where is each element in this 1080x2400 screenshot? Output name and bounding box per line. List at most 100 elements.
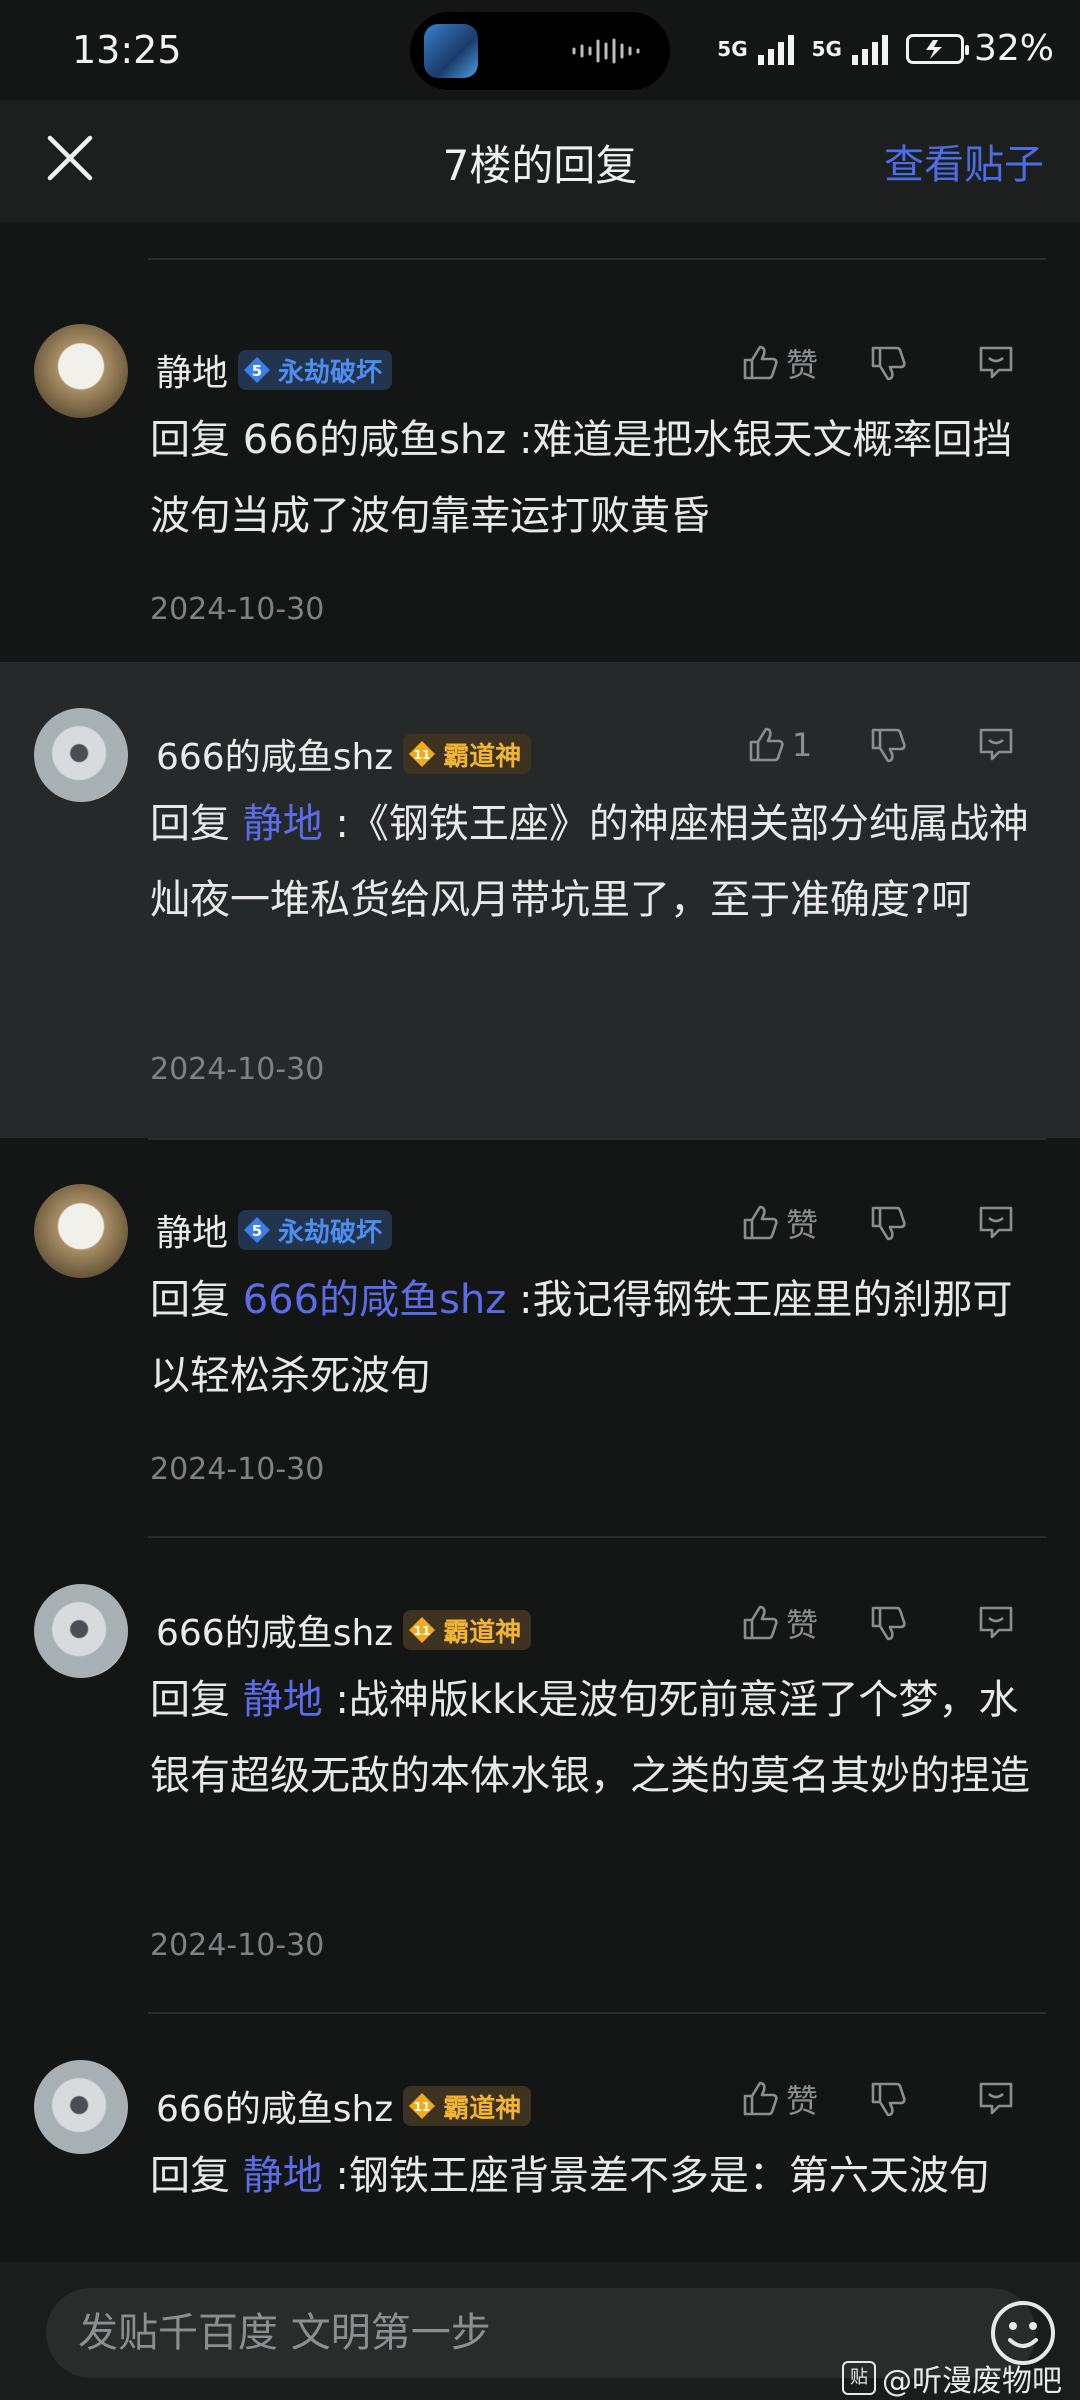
reply-text: 回复 静地 :战神版kkk是波旬死前意淫了个梦，水银有超级无敌的本体水银，之类的…	[150, 1662, 1050, 1814]
user-info: 666的咸鱼shz 11 霸道神	[156, 728, 532, 780]
level-badge[interactable]: 5 永劫破坏	[238, 1210, 393, 1250]
thumbs-down-icon	[871, 1606, 906, 1641]
thumbs-up-icon	[743, 345, 778, 380]
watermark: 贴 @听漫废物吧	[842, 2356, 1062, 2400]
reply-button[interactable]	[942, 1602, 1050, 1644]
reply-item: 静地 5 永劫破坏 赞 回复 666的咸鱼shz :难道是把水银天文概率回挡波旬…	[0, 262, 1080, 662]
reply-actions: 赞	[724, 340, 1050, 386]
dislike-button[interactable]	[834, 725, 942, 765]
badge-label: 霸道神	[443, 741, 522, 772]
svg-text:11: 11	[414, 2100, 431, 2114]
avatar[interactable]	[34, 1184, 128, 1278]
thumbs-up-icon	[743, 2081, 778, 2116]
user-info: 666的咸鱼shz 11 霸道神	[156, 2080, 532, 2132]
reply-prefix: 回复	[150, 417, 243, 463]
avatar[interactable]	[34, 708, 128, 802]
network-type-2: 5G	[811, 36, 842, 61]
level-gem-icon: 11	[409, 1617, 436, 1643]
avatar[interactable]	[34, 324, 128, 418]
network-status: 5G 5G 32%	[717, 28, 1054, 69]
thumbs-down-icon	[871, 728, 906, 763]
reply-button[interactable]	[942, 342, 1050, 384]
like-count: 赞	[785, 346, 818, 384]
badge-label: 霸道神	[443, 1617, 522, 1648]
reply-mention[interactable]: 666的咸鱼shz	[243, 1277, 507, 1323]
reply-text: 回复 666的咸鱼shz :难道是把水银天文概率回挡波旬当成了波旬靠幸运打败黄昏	[150, 402, 1050, 554]
status-bar: 13:25 5G 5G 32%	[0, 0, 1080, 100]
reply-actions: 赞	[724, 2076, 1050, 2122]
like-button[interactable]: 1	[724, 725, 834, 765]
comment-icon	[979, 1606, 1013, 1639]
like-count: 赞	[785, 1606, 818, 1644]
tieba-logo-icon: 贴	[842, 2361, 876, 2395]
like-button[interactable]: 赞	[724, 1200, 834, 1246]
username[interactable]: 666的咸鱼shz	[156, 2080, 393, 2132]
divider	[148, 258, 1046, 260]
reply-date: 2024-10-30	[150, 592, 325, 627]
username[interactable]: 666的咸鱼shz	[156, 728, 393, 780]
audio-wave-icon	[572, 38, 640, 64]
badge-label: 永劫破坏	[278, 357, 383, 388]
level-gem-icon: 5	[244, 357, 271, 383]
username[interactable]: 静地	[156, 1204, 228, 1256]
media-thumbnail	[424, 24, 478, 78]
like-button[interactable]: 赞	[724, 340, 834, 386]
avatar[interactable]	[34, 2060, 128, 2154]
level-badge[interactable]: 11 霸道神	[403, 2086, 532, 2126]
avatar[interactable]	[34, 1584, 128, 1678]
like-button[interactable]: 赞	[724, 2076, 834, 2122]
battery-icon	[905, 33, 969, 64]
thumbs-down-icon	[871, 346, 906, 381]
reply-item: 666的咸鱼shz 11 霸道神 赞 回复 静地 :战神版kkk是波旬死前意淫了…	[0, 1538, 1080, 2014]
dislike-button[interactable]	[834, 2079, 942, 2119]
signal-icon	[851, 34, 888, 65]
reply-prefix: 回复	[150, 2153, 243, 2199]
badge-label: 永劫破坏	[278, 1217, 383, 1248]
reply-date: 2024-10-30	[150, 1452, 325, 1487]
reply-date: 2024-10-30	[150, 1928, 325, 1963]
reply-item-highlighted: 666的咸鱼shz 11 霸道神 1 回复 静地 :《钢铁王座》的神座相关部分纯…	[0, 662, 1080, 1138]
watermark-text: @听漫废物吧	[882, 2364, 1062, 2399]
user-info: 静地 5 永劫破坏	[156, 344, 393, 396]
dislike-button[interactable]	[834, 343, 942, 383]
reply-button[interactable]	[942, 2078, 1050, 2120]
comment-icon	[979, 2082, 1013, 2115]
thumbs-up-icon	[743, 1205, 778, 1240]
dislike-button[interactable]	[834, 1203, 942, 1243]
view-post-link[interactable]: 查看贴子	[884, 132, 1044, 190]
thumbs-up-icon	[749, 727, 784, 762]
reply-item: 666的咸鱼shz 11 霸道神 赞 回复 静地 :钢铁王座背景差不多是：第六天…	[0, 2014, 1080, 2262]
reply-button[interactable]	[942, 1202, 1050, 1244]
reply-prefix: 回复	[150, 1277, 243, 1323]
status-time: 13:25	[72, 28, 182, 72]
reply-mention[interactable]: 666的咸鱼shz	[243, 417, 507, 463]
reply-text: 回复 666的咸鱼shz :我记得钢铁王座里的刹那可以轻松杀死波旬	[150, 1262, 1050, 1414]
dynamic-island[interactable]	[410, 12, 670, 90]
svg-text:5: 5	[252, 1222, 262, 1240]
thumbs-down-icon	[871, 1206, 906, 1241]
dislike-button[interactable]	[834, 1603, 942, 1643]
like-count: 赞	[785, 2082, 818, 2120]
comment-icon	[979, 346, 1013, 379]
thumbs-up-icon	[743, 1605, 778, 1640]
level-badge[interactable]: 11 霸道神	[403, 1610, 532, 1650]
badge-label: 霸道神	[443, 2093, 522, 2124]
top-nav-bar: 7楼的回复 查看贴子	[0, 100, 1080, 222]
reply-mention[interactable]: 静地	[243, 1677, 323, 1723]
username[interactable]: 666的咸鱼shz	[156, 1604, 393, 1656]
reply-text: 回复 静地 :《钢铁王座》的神座相关部分纯属战神灿夜一堆私货给风月带坑里了，至于…	[150, 786, 1050, 938]
reply-prefix: 回复	[150, 801, 243, 847]
level-badge[interactable]: 5 永劫破坏	[238, 350, 393, 390]
level-gem-icon: 5	[244, 1217, 271, 1243]
user-info: 静地 5 永劫破坏	[156, 1204, 393, 1256]
thumbs-down-icon	[871, 2082, 906, 2117]
reply-mention[interactable]: 静地	[243, 2153, 323, 2199]
like-button[interactable]: 赞	[724, 1600, 834, 1646]
user-info: 666的咸鱼shz 11 霸道神	[156, 1604, 532, 1656]
comment-icon	[979, 728, 1013, 761]
reply-button[interactable]	[942, 724, 1050, 766]
level-badge[interactable]: 11 霸道神	[403, 734, 532, 774]
reply-mention[interactable]: 静地	[243, 801, 323, 847]
like-count: 1	[791, 726, 813, 764]
username[interactable]: 静地	[156, 344, 228, 396]
